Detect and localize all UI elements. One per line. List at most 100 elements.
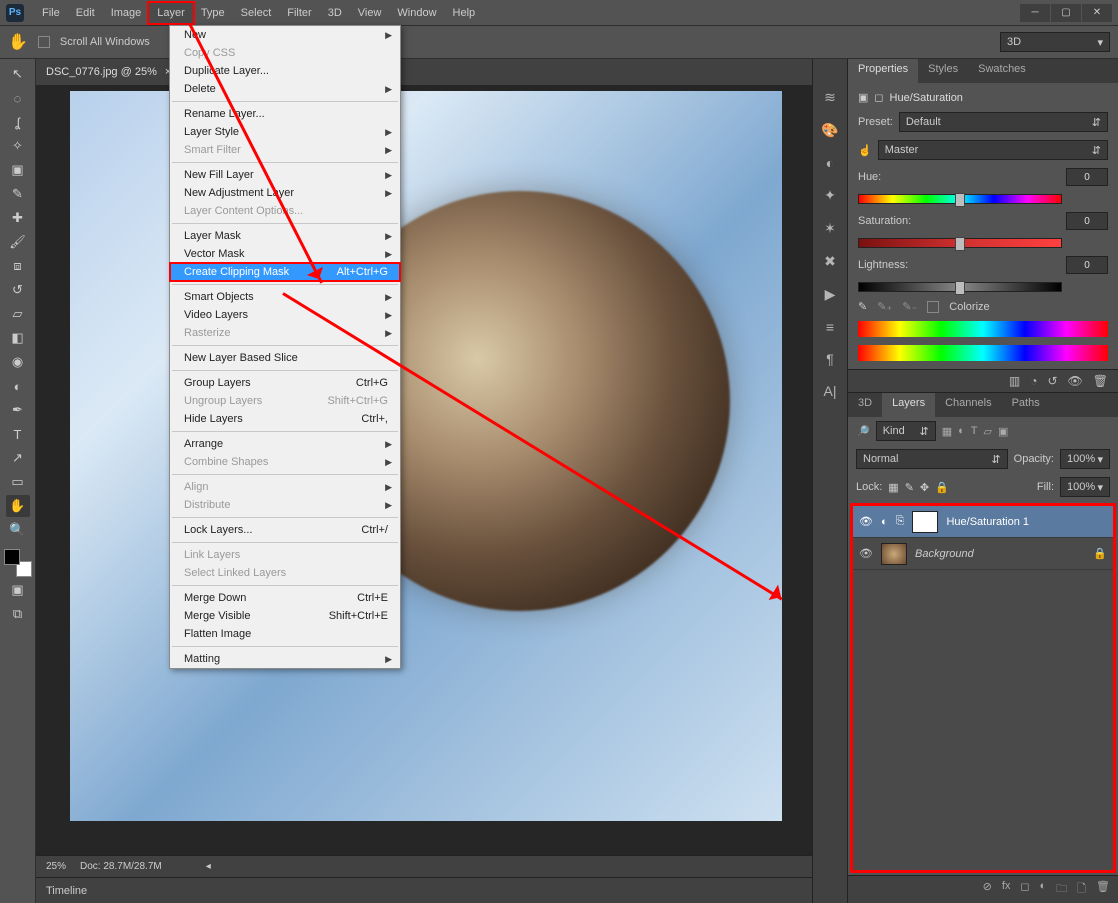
tab-swatches[interactable]: Swatches (968, 59, 1036, 83)
saturation-value[interactable]: 0 (1066, 212, 1108, 230)
brush-icon[interactable]: ✶ (824, 220, 836, 237)
tab-styles[interactable]: Styles (918, 59, 968, 83)
history-icon[interactable]: ≋ (824, 89, 836, 106)
screenmode-toggle[interactable]: ⧉ (6, 603, 30, 625)
reset-icon[interactable]: ↺ (1047, 374, 1057, 388)
lock-position-icon[interactable]: ✥ (920, 481, 929, 494)
shape-tool[interactable]: ▭ (6, 471, 30, 493)
eyedropper-icon[interactable]: ✎ (858, 300, 867, 313)
tab-paths[interactable]: Paths (1002, 393, 1050, 417)
view-previous-icon[interactable]: ◔ (1030, 374, 1037, 388)
lock-all-icon[interactable]: 🔒 (935, 481, 949, 494)
menu-item-new-fill-layer[interactable]: New Fill Layer▶ (170, 166, 400, 184)
menu-select[interactable]: Select (233, 3, 280, 23)
menu-item-arrange[interactable]: Arrange▶ (170, 435, 400, 453)
link-layers-icon[interactable]: ⊘ (983, 880, 992, 899)
filter-shape-icon[interactable]: ▱ (984, 425, 992, 438)
menu-item-layer-mask[interactable]: Layer Mask▶ (170, 227, 400, 245)
tool-presets-icon[interactable]: ✖ (824, 253, 836, 270)
menu-item-merge-down[interactable]: Merge DownCtrl+E (170, 589, 400, 607)
slider-thumb[interactable] (955, 237, 965, 251)
timeline-bar[interactable]: Timeline (36, 877, 812, 903)
close-button[interactable]: ✕ (1082, 4, 1112, 22)
group-icon[interactable]: 🗀 (1056, 880, 1067, 899)
filter-icon[interactable]: 🔎 (856, 425, 870, 438)
visibility-icon[interactable]: 👁 (859, 515, 873, 528)
tab-layers[interactable]: Layers (882, 393, 935, 417)
menu-file[interactable]: File (34, 3, 68, 23)
lock-transparent-icon[interactable]: ▦ (888, 481, 898, 494)
gradient-tool[interactable]: ◧ (6, 327, 30, 349)
eyedropper-plus-icon[interactable]: ✎₊ (877, 300, 892, 313)
menu-item-lock-layers-[interactable]: Lock Layers...Ctrl+/ (170, 521, 400, 539)
play-icon[interactable]: ▶ (825, 286, 836, 303)
tab-properties[interactable]: Properties (848, 59, 918, 83)
tab-3d[interactable]: 3D (848, 393, 882, 417)
layer-thumb[interactable] (881, 543, 907, 565)
foreground-swatch[interactable] (4, 549, 20, 565)
adjustment-icon[interactable]: ◐ (1040, 880, 1047, 899)
workspace-select[interactable]: 3D▾ (1000, 32, 1110, 52)
kind-filter[interactable]: Kind⇵ (876, 421, 936, 441)
zoom-level[interactable]: 25% (46, 861, 66, 872)
menu-item-hide-layers[interactable]: Hide LayersCtrl+, (170, 410, 400, 428)
adjustments-icon[interactable]: ◐ (826, 155, 834, 171)
brush-presets-icon[interactable]: ✦ (824, 187, 836, 204)
eraser-tool[interactable]: ▱ (6, 303, 30, 325)
brush-tool[interactable]: 🖌 (6, 231, 30, 253)
history-brush-tool[interactable]: ↺ (6, 279, 30, 301)
hand-tool[interactable]: ✋ (6, 495, 30, 517)
zoom-tool[interactable]: 🔍 (6, 519, 30, 541)
menu-view[interactable]: View (350, 3, 390, 23)
colorize-checkbox[interactable] (927, 301, 939, 313)
menu-item-create-clipping-mask[interactable]: Create Clipping MaskAlt+Ctrl+G (170, 263, 400, 281)
filter-pixel-icon[interactable]: ▦ (942, 425, 952, 438)
menu-item-video-layers[interactable]: Video Layers▶ (170, 306, 400, 324)
document-tab[interactable]: DSC_0776.jpg @ 25% × (36, 59, 812, 85)
menu-image[interactable]: Image (103, 3, 150, 23)
menu-item-delete[interactable]: Delete▶ (170, 80, 400, 98)
visibility-icon[interactable]: 👁 (1068, 374, 1083, 388)
menu-item-new[interactable]: New▶ (170, 26, 400, 44)
blend-mode-select[interactable]: Normal⇵ (856, 449, 1008, 469)
scroll-left-icon[interactable]: ◂ (206, 861, 211, 872)
character-icon[interactable]: ≡ (826, 319, 834, 335)
saturation-slider[interactable] (858, 238, 1062, 248)
menu-item-flatten-image[interactable]: Flatten Image (170, 625, 400, 643)
filter-smart-icon[interactable]: ▣ (998, 425, 1008, 438)
fx-icon[interactable]: fx (1002, 880, 1011, 899)
opacity-field[interactable]: 100%▾ (1060, 449, 1110, 469)
trash-icon[interactable]: 🗑 (1093, 374, 1108, 388)
hand-scrub-icon[interactable]: ☝ (858, 144, 872, 157)
menu-item-duplicate-layer-[interactable]: Duplicate Layer... (170, 62, 400, 80)
menu-item-new-adjustment-layer[interactable]: New Adjustment Layer▶ (170, 184, 400, 202)
blur-tool[interactable]: ◉ (6, 351, 30, 373)
menu-item-vector-mask[interactable]: Vector Mask▶ (170, 245, 400, 263)
hue-slider[interactable] (858, 194, 1062, 204)
layer-name[interactable]: Background (915, 548, 974, 560)
menu-item-rename-layer-[interactable]: Rename Layer... (170, 105, 400, 123)
slider-thumb[interactable] (955, 281, 965, 295)
menu-item-group-layers[interactable]: Group LayersCtrl+G (170, 374, 400, 392)
menu-type[interactable]: Type (193, 3, 233, 23)
layer-name[interactable]: Hue/Saturation 1 (946, 516, 1029, 528)
menu-layer[interactable]: Layer (149, 3, 193, 23)
marquee-tool[interactable]: ◌ (6, 87, 30, 109)
healing-tool[interactable]: ✚ (6, 207, 30, 229)
eyedropper-minus-icon[interactable]: ✎₋ (902, 300, 917, 313)
visibility-icon[interactable]: 👁 (859, 547, 873, 560)
menu-item-layer-style[interactable]: Layer Style▶ (170, 123, 400, 141)
tab-channels[interactable]: Channels (935, 393, 1001, 417)
filter-type-icon[interactable]: T (971, 425, 978, 438)
mask-thumb[interactable] (912, 511, 938, 533)
wand-tool[interactable]: ✧ (6, 135, 30, 157)
layer-row[interactable]: 👁 ◐ ⎘ Hue/Saturation 1 (853, 506, 1113, 538)
type-tool[interactable]: T (6, 423, 30, 445)
mask-icon[interactable]: ◻ (1020, 880, 1029, 899)
menu-edit[interactable]: Edit (68, 3, 103, 23)
dodge-tool[interactable]: ◐ (6, 375, 30, 397)
move-tool[interactable]: ↖ (6, 63, 30, 85)
lasso-tool[interactable]: ʆ (6, 111, 30, 133)
maximize-button[interactable]: ▢ (1051, 4, 1081, 22)
quickmask-toggle[interactable]: ▣ (6, 579, 30, 601)
